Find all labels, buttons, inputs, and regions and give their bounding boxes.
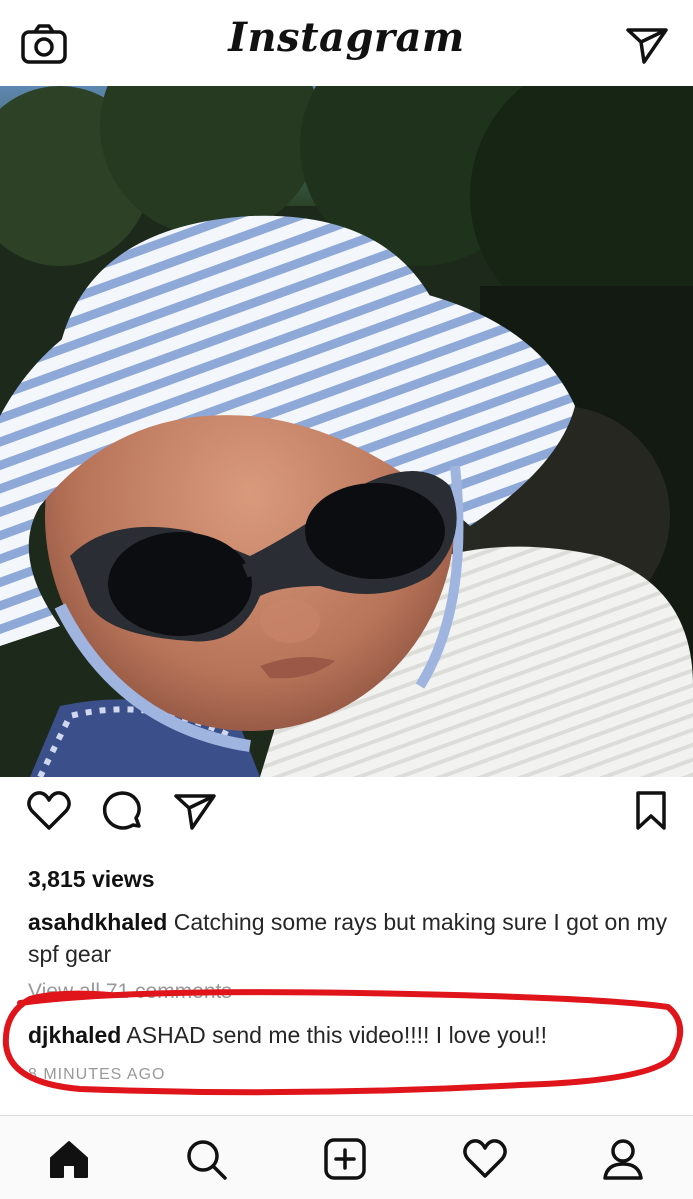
- post-timestamp: 8 MINUTES AGO: [28, 1066, 166, 1083]
- view-all-comments-link[interactable]: View all 71 comments: [28, 980, 232, 1000]
- instagram-logo: Instagram: [228, 14, 465, 61]
- share-icon[interactable]: [172, 790, 218, 832]
- view-count[interactable]: 3,815 views: [28, 866, 155, 893]
- instagram-feed: Instagram 3,815 views asahdkhaled Catchi…: [0, 0, 693, 1199]
- add-post-icon[interactable]: [322, 1136, 368, 1182]
- search-icon[interactable]: [183, 1136, 229, 1182]
- red-highlight-annotation: [2, 989, 683, 1096]
- comment-row: djkhaled ASHAD send me this video!!!! I …: [28, 1022, 547, 1049]
- home-icon[interactable]: [46, 1136, 92, 1182]
- comment-username[interactable]: djkhaled: [28, 1022, 121, 1048]
- caption-username[interactable]: asahdkhaled: [28, 909, 167, 935]
- profile-icon[interactable]: [600, 1136, 646, 1182]
- post-actions: [0, 790, 693, 850]
- direct-message-icon[interactable]: [624, 24, 670, 66]
- comment-text: ASHAD send me this video!!!! I love you!…: [121, 1022, 548, 1048]
- bookmark-icon[interactable]: [634, 790, 668, 832]
- comment-icon[interactable]: [101, 790, 145, 834]
- activity-heart-icon[interactable]: [462, 1136, 508, 1182]
- baby-photo-image: [0, 86, 693, 777]
- post-photo[interactable]: [0, 86, 693, 777]
- bottom-navigation: [0, 1115, 693, 1199]
- post-caption: asahdkhaled Catching some rays but makin…: [28, 906, 668, 970]
- heart-icon[interactable]: [26, 790, 72, 832]
- top-bar: Instagram: [0, 0, 693, 86]
